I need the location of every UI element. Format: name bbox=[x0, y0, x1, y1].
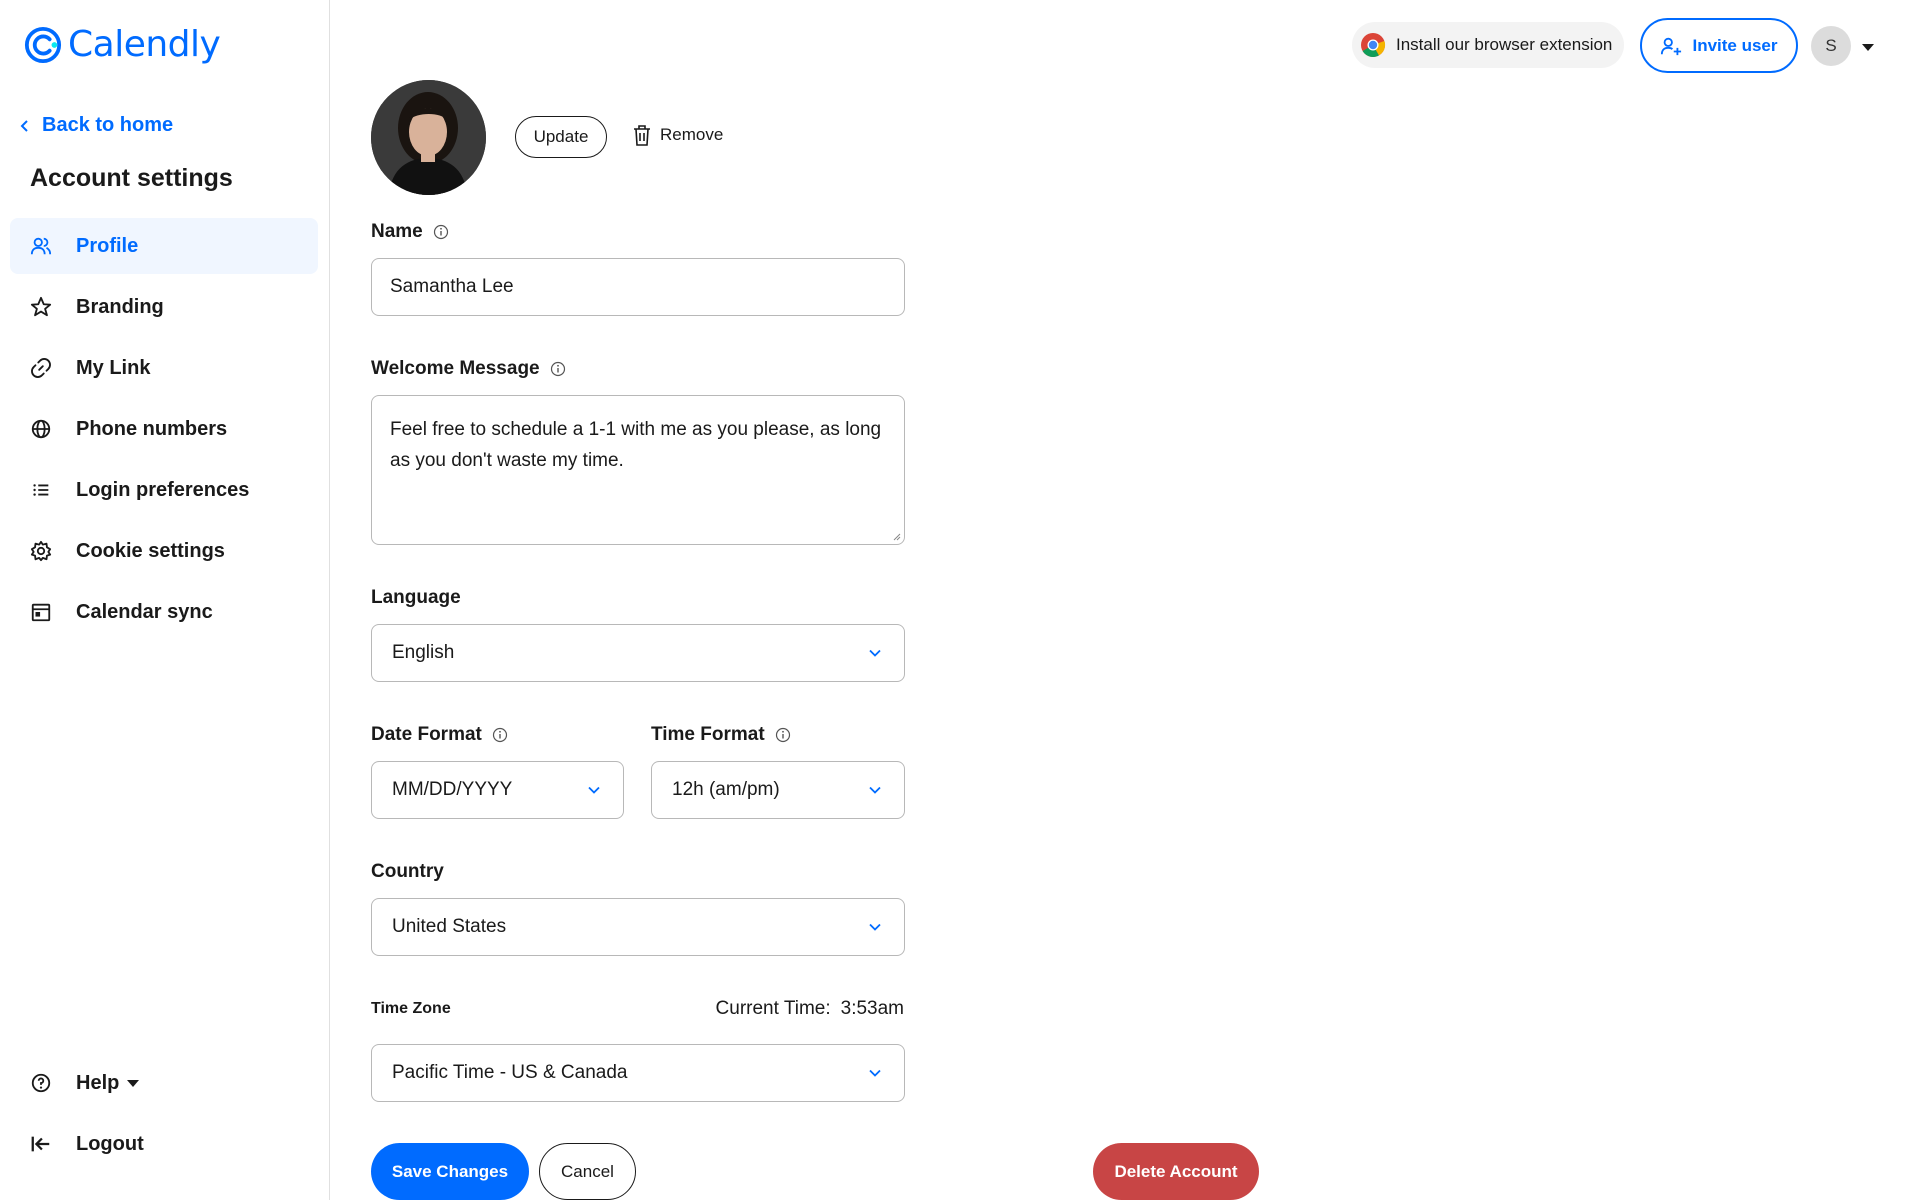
user-avatar[interactable]: S bbox=[1811, 26, 1851, 66]
sidebar-item-phone-numbers[interactable]: Phone numbers bbox=[10, 401, 318, 457]
account-settings-title: Account settings bbox=[30, 164, 233, 192]
globe-icon bbox=[31, 419, 51, 439]
name-input[interactable]: Samantha Lee bbox=[371, 258, 905, 316]
chevron-left-icon bbox=[20, 119, 28, 132]
name-label-row: Name bbox=[371, 221, 449, 243]
gear-icon bbox=[30, 540, 52, 562]
welcome-message-label: Welcome Message bbox=[371, 358, 540, 379]
invite-user-button[interactable]: Invite user bbox=[1640, 18, 1798, 73]
update-photo-button[interactable]: Update bbox=[515, 116, 607, 158]
cancel-button[interactable]: Cancel bbox=[539, 1143, 636, 1200]
chevron-down-icon bbox=[869, 649, 881, 657]
logout-icon bbox=[31, 1136, 50, 1152]
welcome-message-textarea[interactable]: Feel free to schedule a 1-1 with me as y… bbox=[371, 395, 905, 545]
date-format-select[interactable]: MM/DD/YYYY bbox=[371, 761, 624, 819]
sidebar-item-label: Calendar sync bbox=[76, 600, 213, 623]
sidebar-item-cookie-settings[interactable]: Cookie settings bbox=[10, 523, 318, 579]
language-value: English bbox=[392, 642, 455, 663]
timezone-label: Time Zone bbox=[371, 1000, 451, 1017]
sidebar-item-label: Login preferences bbox=[76, 478, 250, 501]
back-to-home-label: Back to home bbox=[42, 114, 174, 136]
extension-label: Install our browser extension bbox=[1396, 35, 1613, 54]
settings-nav: Profile Branding My Link Phone numbers L… bbox=[10, 218, 318, 645]
time-format-select[interactable]: 12h (am/pm) bbox=[651, 761, 905, 819]
browser-extension-pill[interactable]: Install our browser extension bbox=[1352, 22, 1625, 68]
profile-photo-image bbox=[371, 80, 486, 195]
sidebar-item-label: Cookie settings bbox=[76, 539, 225, 562]
date-format-label-row: Date Format bbox=[371, 724, 508, 746]
list-icon bbox=[33, 484, 49, 496]
chevron-down-icon bbox=[588, 786, 600, 794]
sidebar-item-label: My Link bbox=[76, 356, 151, 379]
chevron-down-icon bbox=[869, 923, 881, 931]
calendar-icon bbox=[31, 603, 51, 622]
current-time: Current Time: 3:53am bbox=[716, 998, 904, 1020]
info-icon[interactable] bbox=[492, 727, 508, 743]
country-label: Country bbox=[371, 861, 444, 882]
sidebar-item-login-preferences[interactable]: Login preferences bbox=[10, 462, 318, 518]
sidebar-item-label: Branding bbox=[76, 295, 164, 318]
name-input-value: Samantha Lee bbox=[390, 276, 514, 297]
delete-account-button[interactable]: Delete Account bbox=[1093, 1143, 1259, 1200]
chevron-down-icon bbox=[869, 1069, 881, 1077]
sidebar-item-help[interactable]: Help bbox=[10, 1055, 318, 1111]
name-label: Name bbox=[371, 221, 423, 242]
link-icon bbox=[31, 358, 51, 378]
country-value: United States bbox=[392, 916, 507, 937]
invite-user-label: Invite user bbox=[1692, 35, 1778, 55]
date-format-label: Date Format bbox=[371, 724, 482, 745]
sidebar-item-my-link[interactable]: My Link bbox=[10, 340, 318, 396]
time-format-label: Time Format bbox=[651, 724, 765, 745]
country-select[interactable]: United States bbox=[371, 898, 905, 956]
logo-text: Calendly bbox=[68, 24, 221, 65]
sidebar-item-logout[interactable]: Logout bbox=[10, 1116, 318, 1172]
back-to-home-link[interactable]: Back to home bbox=[18, 114, 173, 137]
sidebar-item-profile[interactable]: Profile bbox=[10, 218, 318, 274]
account-menu-caret-icon[interactable] bbox=[1862, 44, 1874, 51]
sidebar-bottom-nav: Help Logout bbox=[10, 1055, 318, 1177]
star-icon bbox=[30, 296, 52, 317]
remove-photo-button[interactable]: Remove bbox=[632, 124, 723, 146]
chevron-down-icon bbox=[869, 786, 881, 794]
sidebar-item-calendar-sync[interactable]: Calendar sync bbox=[10, 584, 318, 640]
sidebar-item-label: Help bbox=[76, 1071, 140, 1095]
info-icon[interactable] bbox=[550, 361, 566, 377]
trash-icon bbox=[634, 125, 650, 146]
timezone-label-row: Time Zone bbox=[371, 1000, 451, 1018]
timezone-value: Pacific Time - US & Canada bbox=[392, 1062, 628, 1083]
time-format-label-row: Time Format bbox=[651, 724, 791, 746]
sidebar-item-branding[interactable]: Branding bbox=[10, 279, 318, 335]
caret-down-icon bbox=[127, 1079, 140, 1087]
help-icon bbox=[31, 1073, 51, 1093]
users-icon bbox=[30, 237, 52, 255]
time-format-value: 12h (am/pm) bbox=[672, 779, 780, 800]
date-format-value: MM/DD/YYYY bbox=[392, 779, 513, 800]
profile-photo bbox=[371, 80, 486, 195]
remove-label: Remove bbox=[660, 125, 724, 144]
welcome-label-row: Welcome Message bbox=[371, 358, 566, 380]
current-time-value: 3:53am bbox=[840, 998, 904, 1019]
calendly-logo-icon bbox=[24, 26, 62, 63]
sidebar-item-label: Logout bbox=[76, 1132, 144, 1155]
info-icon[interactable] bbox=[433, 224, 449, 240]
calendly-logo[interactable]: Calendly bbox=[24, 24, 221, 65]
info-icon[interactable] bbox=[775, 727, 791, 743]
welcome-message-value: Feel free to schedule a 1-1 with me as y… bbox=[390, 419, 882, 471]
save-changes-button[interactable]: Save Changes bbox=[371, 1143, 529, 1200]
sidebar: Calendly Back to home Account settings P… bbox=[0, 0, 330, 1200]
sidebar-item-label: Phone numbers bbox=[76, 417, 228, 440]
add-user-icon bbox=[1661, 37, 1682, 55]
timezone-select[interactable]: Pacific Time - US & Canada bbox=[371, 1044, 905, 1102]
language-select[interactable]: English bbox=[371, 624, 905, 682]
current-time-label: Current Time: bbox=[715, 998, 831, 1019]
language-label-row: Language bbox=[371, 587, 461, 609]
chrome-icon bbox=[1361, 33, 1386, 58]
country-label-row: Country bbox=[371, 861, 444, 883]
sidebar-item-label: Profile bbox=[76, 234, 139, 257]
language-label: Language bbox=[371, 587, 461, 608]
help-label: Help bbox=[76, 1071, 120, 1094]
resize-handle-icon[interactable] bbox=[891, 531, 901, 541]
